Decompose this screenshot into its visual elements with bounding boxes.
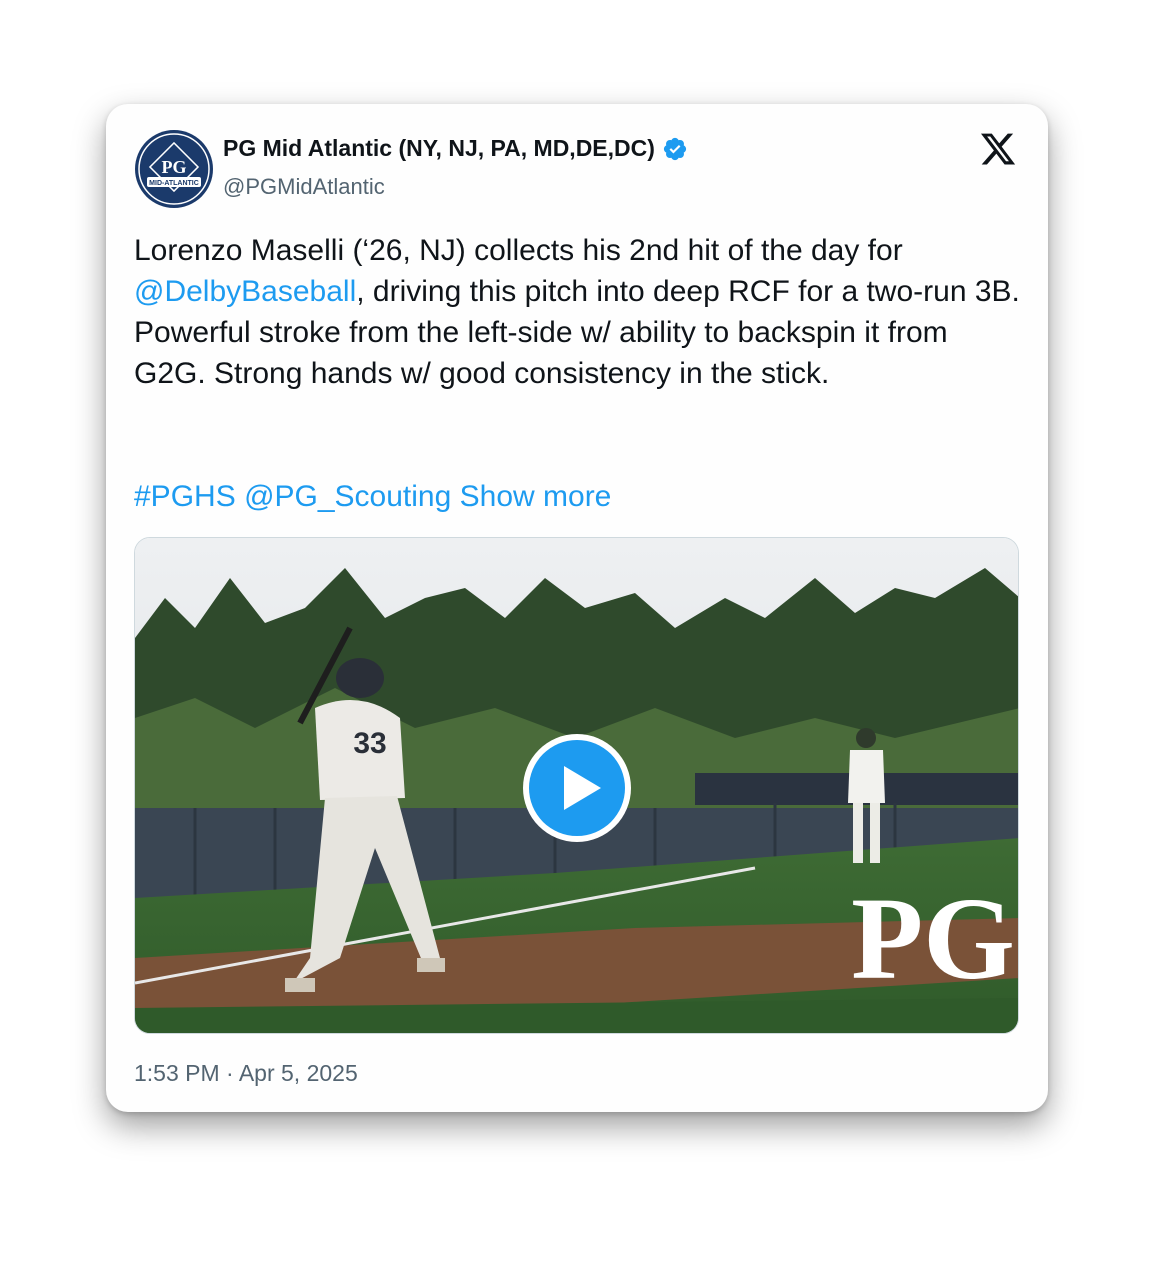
tweet-tags: #PGHS @PG_Scouting Show more xyxy=(134,476,611,517)
video-player[interactable]: 33 PG xyxy=(134,537,1019,1034)
jersey-number: 33 xyxy=(353,727,386,760)
mention-link-pg-scouting[interactable]: @PG_Scouting xyxy=(244,480,451,513)
mention-link-delbybaseball[interactable]: @DelbyBaseball xyxy=(134,275,356,308)
author-handle[interactable]: @PGMidAtlantic xyxy=(223,174,385,200)
pg-watermark-logo: PG xyxy=(851,873,1015,1004)
author-name-text[interactable]: PG Mid Atlantic (NY, NJ, PA, MD,DE,DC) xyxy=(223,135,655,162)
avatar-banner-text: MID-ATLANTIC xyxy=(149,180,199,187)
x-logo-icon[interactable] xyxy=(978,130,1018,168)
tweet-card: PG MID-ATLANTIC PG Mid Atlantic (NY, NJ,… xyxy=(106,104,1048,1112)
hashtag-link-pghs[interactable]: #PGHS xyxy=(134,480,236,513)
tweet-text-start: Lorenzo Maselli (‘26, NJ) collects his 2… xyxy=(134,234,903,267)
verified-badge-icon xyxy=(663,137,687,160)
avatar-logo-text: PG xyxy=(162,157,187,177)
play-button-icon[interactable] xyxy=(521,732,633,844)
tweet-timestamp[interactable]: 1:53 PM · Apr 5, 2025 xyxy=(134,1060,358,1087)
tweet-text: Lorenzo Maselli (‘26, NJ) collects his 2… xyxy=(134,230,1024,394)
avatar[interactable]: PG MID-ATLANTIC xyxy=(135,130,213,208)
author-name[interactable]: PG Mid Atlantic (NY, NJ, PA, MD,DE,DC) xyxy=(223,135,688,162)
show-more-link[interactable]: Show more xyxy=(460,480,612,513)
